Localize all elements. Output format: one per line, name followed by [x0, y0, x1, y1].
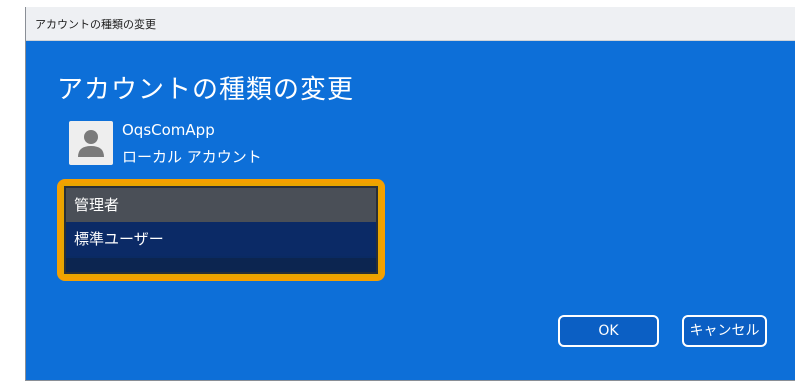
change-account-type-dialog: アカウントの種類の変更 アカウントの種類の変更 OqsComApp ローカル ア… [25, 7, 795, 381]
listbox-empty-area [66, 258, 376, 272]
account-type-listbox[interactable]: 管理者 標準ユーザー [64, 186, 378, 274]
cancel-button[interactable]: キャンセル [682, 315, 767, 347]
user-avatar-icon [69, 121, 113, 165]
dialog-heading: アカウントの種類の変更 [57, 75, 355, 105]
user-name: OqsComApp [122, 121, 215, 139]
list-item-standard-user[interactable]: 標準ユーザー [66, 222, 376, 256]
account-type-listbox-focus-ring: 管理者 標準ユーザー [57, 179, 385, 281]
list-item-administrator[interactable]: 管理者 [66, 188, 376, 222]
ok-button[interactable]: OK [558, 315, 659, 347]
window-title: アカウントの種類の変更 [35, 18, 156, 31]
user-account-type: ローカル アカウント [122, 148, 262, 166]
title-bar: アカウントの種類の変更 [26, 7, 795, 41]
